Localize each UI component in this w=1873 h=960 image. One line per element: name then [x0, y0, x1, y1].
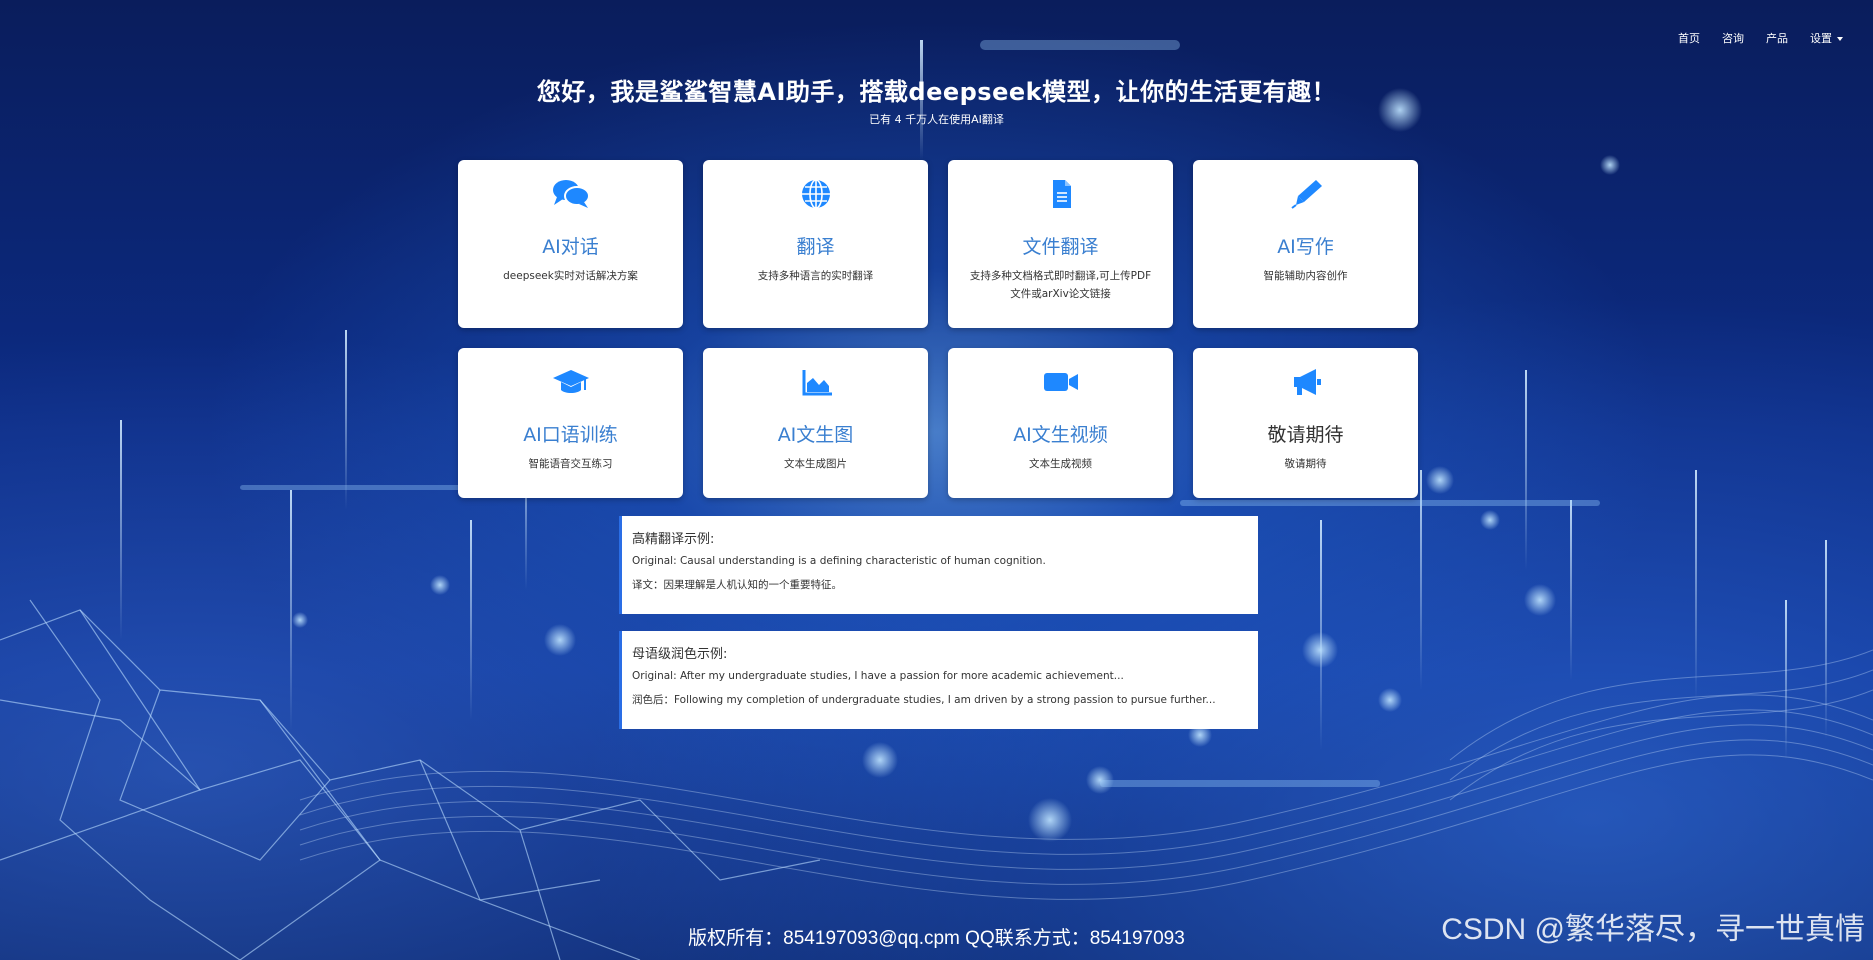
card-title: AI对话: [542, 236, 599, 258]
page: 首页 咨询 产品 设置 您好，我是鲨鲨智慧AI助手，搭载deepseek模型，让…: [0, 0, 1873, 960]
globe-icon: [801, 179, 830, 209]
card-text-to-video[interactable]: AI文生视频 文本生成视频: [948, 348, 1173, 498]
chat-icon: [552, 180, 590, 208]
card-desc: 支持多种语言的实时翻译: [757, 270, 874, 282]
card-file-translate[interactable]: 文件翻译 支持多种文档格式即时翻译,可上传PDF文件或arXiv论文链接: [948, 160, 1173, 328]
document-icon: [1052, 180, 1071, 208]
card-title: 敬请期待: [1267, 424, 1344, 446]
card-desc: 智能语音交互练习: [528, 458, 613, 470]
video-camera-icon: [1043, 373, 1078, 391]
graduation-cap-icon: [552, 370, 589, 393]
example-result: 润色后：Following my completion of undergrad…: [632, 694, 1216, 706]
example-result: 译文：因果理解是人机认知的一个重要特征。: [632, 579, 842, 591]
card-ai-writing[interactable]: AI写作 智能辅助内容创作: [1193, 160, 1418, 328]
polish-example-panel: 母语级润色示例: Original: After my undergraduat…: [619, 631, 1258, 729]
caret-down-icon: [1837, 37, 1843, 41]
top-nav: 首页 咨询 产品 设置: [1678, 30, 1843, 46]
translation-example-panel: 高精翻译示例: Original: Causal understanding i…: [619, 516, 1258, 614]
card-title: AI口语训练: [523, 424, 618, 446]
card-ai-chat[interactable]: AI对话 deepseek实时对话解决方案: [458, 160, 683, 328]
card-desc: 文本生成视频: [1029, 458, 1092, 470]
card-desc: 支持多种文档格式即时翻译,可上传PDF文件或arXiv论文链接: [969, 270, 1152, 300]
card-title: AI文生图: [777, 424, 854, 446]
example-original: Original: Causal understanding is a defi…: [632, 555, 1046, 567]
nav-product-link[interactable]: 产品: [1766, 30, 1788, 46]
nav-home-link[interactable]: 首页: [1678, 30, 1700, 46]
example-heading: 母语级润色示例:: [632, 647, 728, 662]
pen-icon: [1290, 180, 1322, 209]
card-title: AI写作: [1277, 236, 1334, 258]
card-desc: 智能辅助内容创作: [1263, 270, 1348, 282]
megaphone-icon: [1293, 369, 1321, 395]
example-original: Original: After my undergraduate studies…: [632, 670, 1124, 682]
area-chart-icon: [802, 370, 832, 396]
csdn-watermark: CSDN @繁华落尽，寻一世真情: [1441, 913, 1865, 946]
example-heading: 高精翻译示例:: [632, 532, 715, 547]
card-title: 翻译: [796, 236, 835, 258]
card-desc: deepseek实时对话解决方案: [503, 270, 638, 282]
card-translate[interactable]: 翻译 支持多种语言的实时翻译: [703, 160, 928, 328]
feature-card-grid: AI对话 deepseek实时对话解决方案 翻译 支持多种语言的实时翻译 文件翻…: [458, 160, 1418, 498]
card-title: 文件翻译: [1022, 236, 1099, 258]
hero-title: 您好，我是鲨鲨智慧AI助手，搭载deepseek模型，让你的生活更有趣！: [536, 78, 1337, 106]
hero-subtitle: 已有 4 千万人在使用AI翻译: [869, 113, 1004, 126]
card-text-to-image[interactable]: AI文生图 文本生成图片: [703, 348, 928, 498]
card-coming-soon[interactable]: 敬请期待 敬请期待: [1193, 348, 1418, 498]
nav-settings-dropdown[interactable]: 设置: [1810, 30, 1843, 46]
card-desc: 敬请期待: [1284, 458, 1327, 470]
card-desc: 文本生成图片: [784, 458, 847, 470]
nav-settings-label: 设置: [1810, 32, 1832, 45]
nav-consult-link[interactable]: 咨询: [1722, 30, 1744, 46]
card-ai-speaking[interactable]: AI口语训练 智能语音交互练习: [458, 348, 683, 498]
card-title: AI文生视频: [1013, 424, 1108, 446]
